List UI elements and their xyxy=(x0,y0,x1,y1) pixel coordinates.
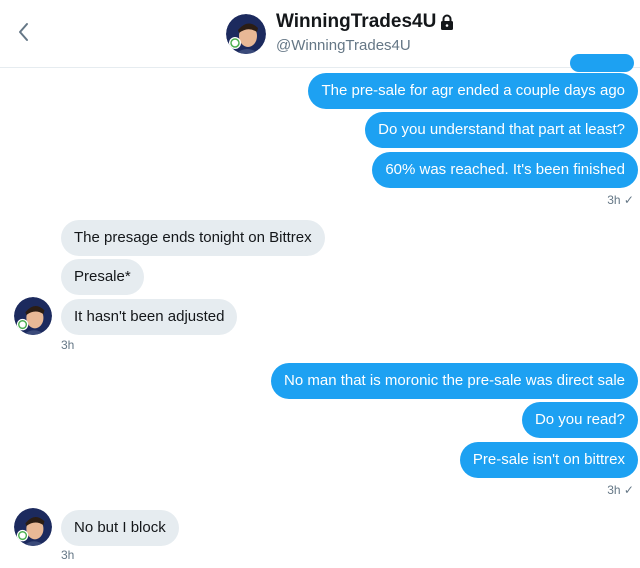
message-bubble-incoming[interactable]: The presage ends tonight on Bittrex xyxy=(61,220,325,256)
message-timestamp: 3h ✓ xyxy=(607,483,634,497)
sender-avatar[interactable] xyxy=(14,508,52,546)
conversation-header: WinningTrades4U @WinningTrades4U xyxy=(0,0,640,68)
message-bubble-outgoing[interactable]: Do you read? xyxy=(521,402,638,438)
message-bubble-outgoing[interactable]: Do you understand that part at least? xyxy=(365,112,638,148)
back-button[interactable] xyxy=(12,18,36,46)
message-timestamp: 3h ✓ xyxy=(607,193,634,207)
message-timestamp: 3h xyxy=(61,548,75,562)
message-bubble-incoming[interactable]: It hasn't been adjusted xyxy=(61,299,238,335)
message-bubble-outgoing[interactable]: 60% was reached. It's been finished xyxy=(372,152,638,188)
message-bubble-outgoing[interactable]: Pre-sale isn't on bittrex xyxy=(459,442,638,478)
header-name[interactable]: WinningTrades4U xyxy=(276,11,454,33)
header-handle: @WinningTrades4U xyxy=(276,37,411,54)
lock-icon xyxy=(441,14,454,30)
chevron-left-icon xyxy=(19,23,28,41)
sender-avatar[interactable] xyxy=(14,297,52,335)
previous-message-bubble xyxy=(570,54,634,72)
message-bubble-outgoing[interactable]: The pre-sale for agr ended a couple days… xyxy=(308,73,638,109)
message-timestamp: 3h xyxy=(61,338,75,352)
message-bubble-incoming[interactable]: No but I block xyxy=(61,510,179,546)
header-avatar[interactable] xyxy=(226,14,266,54)
header-name-text: WinningTrades4U xyxy=(276,11,437,32)
message-bubble-outgoing[interactable]: No man that is moronic the pre-sale was … xyxy=(271,363,638,399)
message-bubble-incoming[interactable]: Presale* xyxy=(61,259,144,295)
